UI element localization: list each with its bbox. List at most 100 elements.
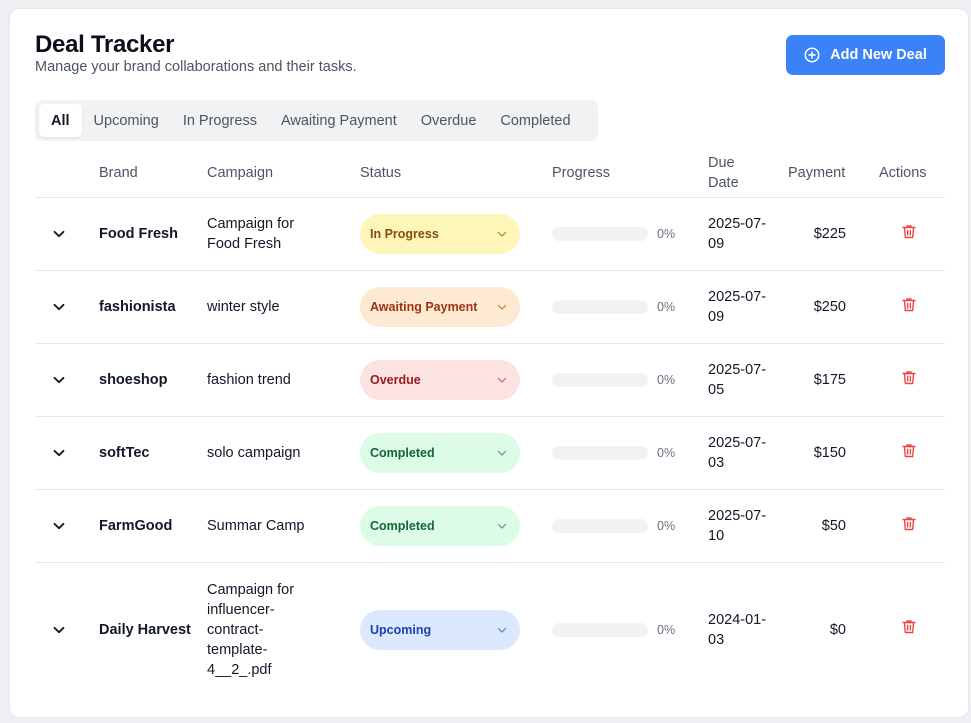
chevron-down-icon	[53, 224, 65, 244]
status-label: Upcoming	[370, 622, 432, 637]
chevron-down-icon	[53, 443, 65, 463]
deal-tracker-card: Deal Tracker Manage your brand collabora…	[9, 8, 969, 718]
status-select[interactable]: Completed	[360, 433, 520, 473]
brand-cell: fashionista	[99, 299, 176, 315]
column-header-brand: Brand	[99, 165, 138, 181]
brand-cell: Food Fresh	[99, 226, 178, 242]
page-subtitle: Manage your brand collaborations and the…	[35, 59, 357, 75]
campaign-cell: Campaign for Food Fresh	[207, 216, 295, 252]
due-date-cell: 2025-07-03	[708, 435, 767, 471]
delete-deal-button[interactable]	[901, 490, 917, 562]
progress-bar	[552, 373, 648, 387]
delete-deal-button[interactable]	[901, 271, 917, 343]
trash-icon	[902, 516, 916, 537]
table-row: softTec solo campaign Completed 0% 2025-…	[35, 417, 945, 490]
chevron-down-icon	[496, 374, 508, 386]
progress-bar	[552, 622, 648, 637]
table-row: shoeshop fashion trend Overdue 0% 2025-0…	[35, 344, 945, 417]
status-select[interactable]: Overdue	[360, 360, 520, 400]
table-row: Daily Harvest Campaign for influencer-co…	[35, 563, 945, 696]
status-label: Completed	[370, 446, 435, 460]
status-select[interactable]: Completed	[360, 506, 520, 546]
expand-row-button[interactable]	[51, 490, 67, 562]
status-select[interactable]: Awaiting Payment	[360, 287, 520, 327]
due-date-cell: 2025-07-10	[708, 508, 767, 544]
trash-icon	[902, 370, 916, 391]
status-label: Completed	[370, 519, 435, 533]
progress-percent: 0%	[657, 373, 676, 387]
add-new-deal-button[interactable]: Add New Deal	[786, 35, 945, 75]
chevron-down-icon	[53, 370, 65, 390]
tab-completed[interactable]: Completed	[488, 104, 582, 137]
expand-row-button[interactable]	[51, 198, 67, 270]
payment-cell: $175	[813, 372, 846, 388]
progress-cell: 0%	[552, 344, 692, 416]
brand-cell: Daily Harvest	[99, 621, 191, 638]
trash-icon	[902, 297, 916, 318]
expand-row-button[interactable]	[51, 563, 67, 696]
column-header-progress: Progress	[552, 165, 611, 181]
tab-upcoming[interactable]: Upcoming	[82, 104, 171, 137]
tab-overdue[interactable]: Overdue	[409, 104, 489, 137]
delete-deal-button[interactable]	[901, 198, 917, 270]
delete-deal-button[interactable]	[901, 417, 917, 489]
plus-circle-icon	[804, 47, 820, 63]
column-header-actions: Actions	[879, 165, 927, 181]
progress-bar	[552, 227, 648, 241]
brand-cell: FarmGood	[99, 518, 173, 534]
brand-cell: softTec	[99, 445, 150, 461]
tab-all[interactable]: All	[39, 104, 82, 137]
expand-row-button[interactable]	[51, 344, 67, 416]
chevron-down-icon	[53, 297, 65, 317]
status-cell: Upcoming	[360, 563, 520, 696]
tab-in-progress[interactable]: In Progress	[171, 104, 269, 137]
expand-row-button[interactable]	[51, 271, 67, 343]
progress-cell: 0%	[552, 563, 692, 696]
status-label: In Progress	[370, 227, 439, 241]
chevron-down-icon	[496, 624, 508, 636]
due-date-cell: 2025-07-05	[708, 362, 767, 398]
progress-percent: 0%	[657, 622, 676, 637]
campaign-cell: winter style	[207, 299, 280, 315]
due-date-cell: 2024-01-03	[708, 611, 767, 648]
progress-bar	[552, 446, 648, 460]
chevron-down-icon	[496, 520, 508, 532]
chevron-down-icon	[496, 301, 508, 313]
status-cell: Completed	[360, 417, 520, 489]
status-select[interactable]: In Progress	[360, 214, 520, 254]
chevron-down-icon	[496, 447, 508, 459]
status-select[interactable]: Upcoming	[360, 609, 520, 650]
table-row: Food Fresh Campaign for Food Fresh In Pr…	[35, 198, 945, 271]
add-new-deal-label: Add New Deal	[830, 47, 927, 63]
trash-icon	[902, 619, 916, 640]
campaign-cell: Campaign for influencer-contract-templat…	[207, 581, 295, 678]
table-row: FarmGood Summar Camp Completed 0% 2025-0…	[35, 490, 945, 563]
expand-row-button[interactable]	[51, 417, 67, 489]
due-date-cell: 2025-07-09	[708, 289, 767, 325]
status-cell: Awaiting Payment	[360, 271, 520, 343]
status-cell: Completed	[360, 490, 520, 562]
column-header-campaign: Campaign	[207, 165, 274, 181]
table-header: Brand Campaign Status Progress Due Date …	[35, 149, 945, 198]
payment-cell: $50	[821, 518, 846, 534]
status-label: Overdue	[370, 373, 421, 387]
chevron-down-icon	[496, 228, 508, 240]
due-date-cell: 2025-07-09	[708, 216, 767, 252]
tab-awaiting-payment[interactable]: Awaiting Payment	[269, 104, 409, 137]
payment-cell: $0	[829, 621, 846, 638]
progress-cell: 0%	[552, 417, 692, 489]
trash-icon	[902, 224, 916, 245]
progress-percent: 0%	[657, 227, 676, 241]
column-header-status: Status	[360, 165, 402, 181]
status-cell: In Progress	[360, 198, 520, 270]
payment-cell: $150	[813, 445, 846, 461]
chevron-down-icon	[53, 516, 65, 536]
trash-icon	[902, 443, 916, 464]
progress-percent: 0%	[657, 519, 676, 533]
column-header-payment: Payment	[788, 165, 846, 181]
delete-deal-button[interactable]	[901, 344, 917, 416]
progress-percent: 0%	[657, 446, 676, 460]
campaign-cell: solo campaign	[207, 445, 301, 461]
delete-deal-button[interactable]	[901, 563, 917, 696]
progress-bar	[552, 300, 648, 314]
